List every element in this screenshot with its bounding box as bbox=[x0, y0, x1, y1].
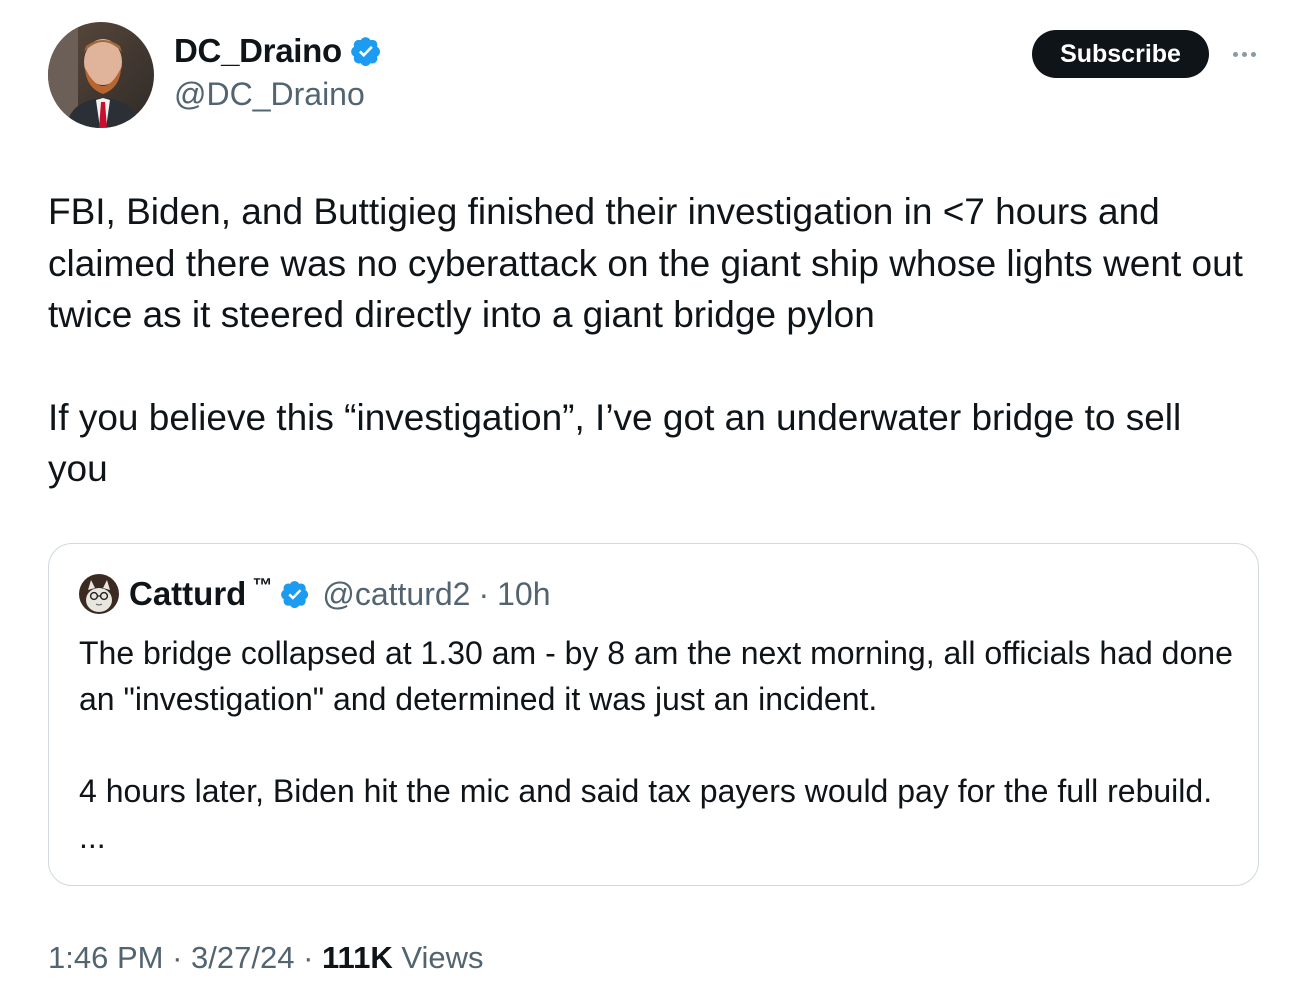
meta-separator: · bbox=[294, 940, 323, 975]
more-dots-icon[interactable] bbox=[1224, 38, 1264, 70]
tweet-paragraph: FBI, Biden, and Buttigieg finished their… bbox=[48, 191, 1243, 335]
verified-badge-icon bbox=[280, 579, 310, 609]
author-name-row[interactable]: DC_Draino bbox=[174, 32, 382, 70]
tweet-paragraph: If you believe this “investigation”, I’v… bbox=[48, 396, 1182, 490]
quoted-paragraph: The bridge collapsed at 1.30 am - by 8 a… bbox=[79, 635, 1233, 717]
quoted-author-handle[interactable]: @catturd2 bbox=[322, 576, 470, 613]
quoted-author-avatar[interactable] bbox=[79, 574, 119, 614]
author-name[interactable]: DC_Draino bbox=[174, 32, 342, 70]
tweet-page: DC_Draino @DC_Draino Subscribe FBI, Bide… bbox=[0, 0, 1312, 1008]
quoted-author-name[interactable]: Catturd bbox=[129, 575, 246, 613]
quoted-tweet-card[interactable]: Catturd ™ @catturd2 · 10h The bridge col… bbox=[48, 543, 1259, 886]
meta-separator: · bbox=[163, 940, 192, 975]
quoted-tweet-time[interactable]: 10h bbox=[497, 576, 550, 613]
quoted-tweet-header: Catturd ™ @catturd2 · 10h bbox=[79, 574, 550, 614]
subscribe-button[interactable]: Subscribe bbox=[1032, 30, 1209, 78]
author-avatar[interactable] bbox=[48, 22, 154, 128]
tweet-text: FBI, Biden, and Buttigieg finished their… bbox=[48, 186, 1248, 495]
trademark-symbol: ™ bbox=[252, 574, 273, 597]
quoted-tweet-text: The bridge collapsed at 1.30 am - by 8 a… bbox=[79, 630, 1239, 860]
verified-badge-icon bbox=[350, 35, 382, 67]
author-handle[interactable]: @DC_Draino bbox=[174, 76, 365, 113]
tweet-date[interactable]: 3/27/24 bbox=[191, 940, 294, 975]
separator-dot: · bbox=[478, 575, 490, 612]
tweet-time[interactable]: 1:46 PM bbox=[48, 940, 163, 975]
views-label[interactable]: Views bbox=[393, 940, 483, 975]
views-count[interactable]: 111K bbox=[322, 940, 393, 975]
tweet-meta: 1:46 PM · 3/27/24 · 111K Views bbox=[48, 940, 483, 976]
quoted-paragraph: 4 hours later, Biden hit the mic and sai… bbox=[79, 773, 1213, 855]
